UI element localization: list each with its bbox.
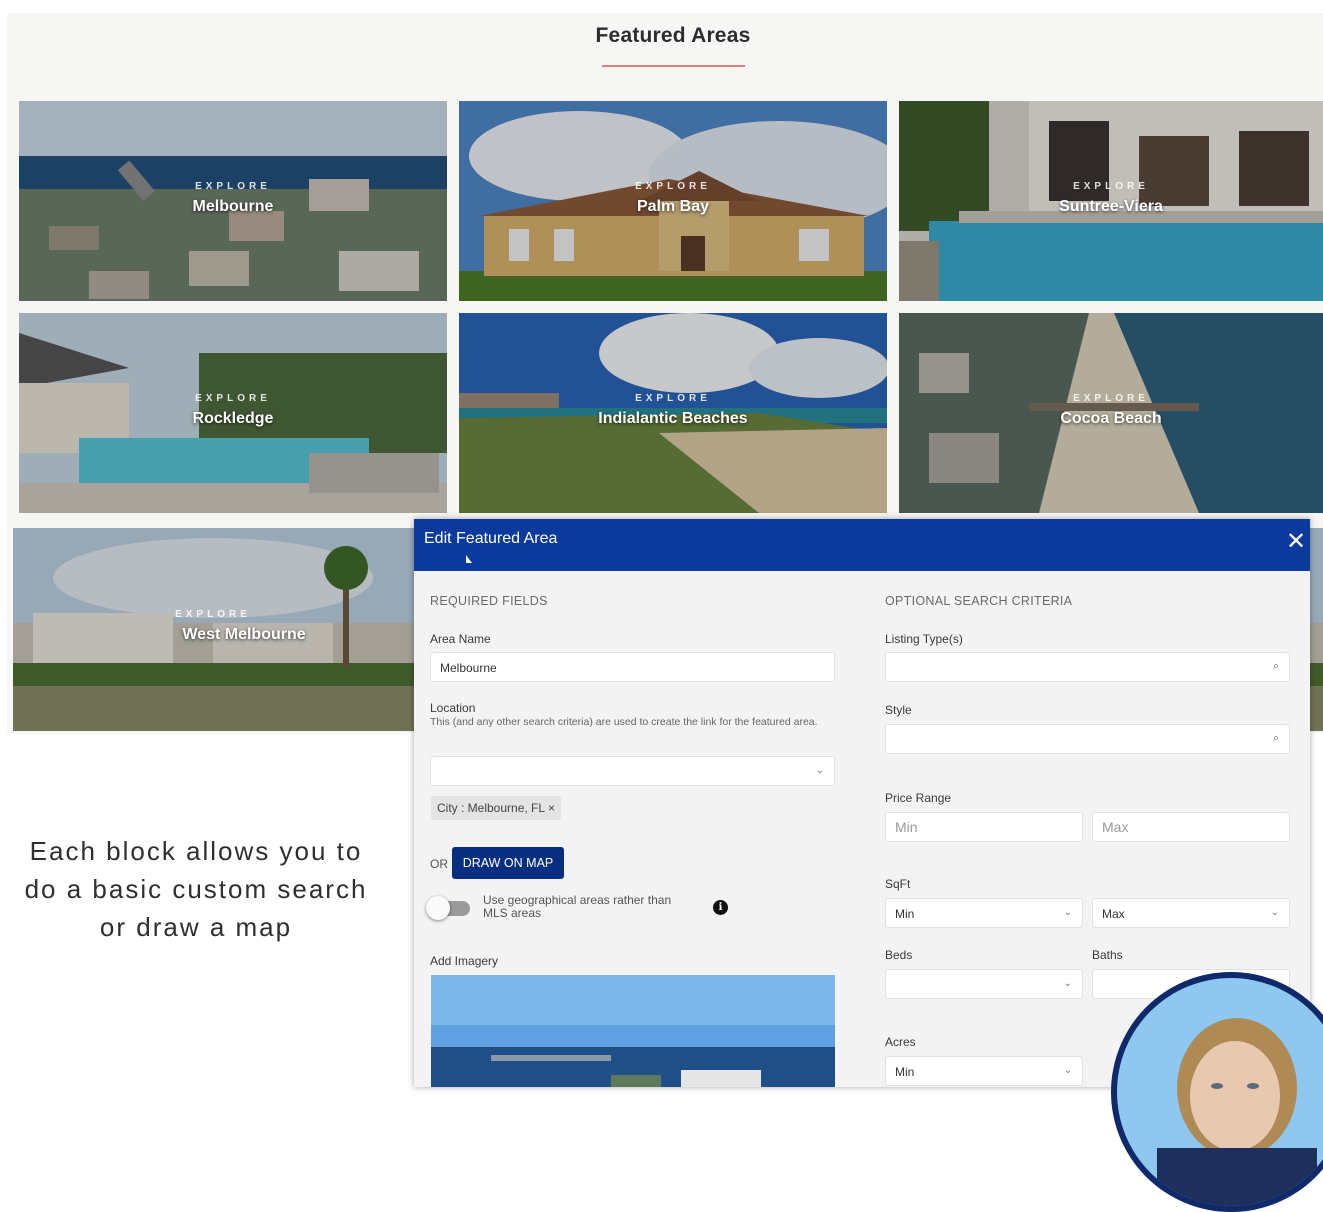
acres-min-select[interactable]: Min ⌄	[885, 1056, 1083, 1086]
area-name: Indialantic Beaches	[598, 410, 748, 427]
area-name-label: Area Name	[430, 632, 491, 646]
chevron-down-icon: ⌄	[1063, 978, 1072, 989]
price-min-input[interactable]: Min	[885, 812, 1083, 842]
modal-title: Edit Featured Area	[424, 530, 558, 547]
area-card-rockledge[interactable]: EXPLORE Rockledge	[19, 313, 447, 513]
explore-label: EXPLORE	[195, 181, 271, 192]
baths-label: Baths	[1092, 948, 1123, 962]
beds-select[interactable]: ⌄	[885, 969, 1083, 999]
beds-label: Beds	[885, 948, 913, 962]
location-label: Location	[430, 701, 476, 715]
area-name: Suntree-Viera	[1059, 198, 1163, 215]
explore-label: EXPLORE	[195, 393, 271, 404]
sqft-min-value: Min	[895, 907, 915, 921]
chevron-down-icon: ⌄	[1270, 907, 1279, 918]
explore-label: EXPLORE	[635, 181, 711, 192]
price-range-label: Price Range	[885, 791, 952, 805]
price-max-placeholder: Max	[1102, 819, 1129, 835]
listing-type-input[interactable]: ⌕	[885, 652, 1290, 682]
area-name: West Melbourne	[182, 626, 306, 643]
section-title: Featured Areas	[595, 24, 751, 47]
person-photo	[1157, 1018, 1317, 1206]
draw-on-map-button[interactable]: DRAW ON MAP	[452, 847, 564, 879]
add-imagery-label: Add Imagery	[430, 954, 499, 968]
explore-label: EXPLORE	[175, 609, 251, 620]
sqft-max-value: Max	[1102, 907, 1125, 921]
explore-label: EXPLORE	[635, 393, 711, 404]
area-name-input[interactable]: Melbourne	[430, 652, 835, 682]
sqft-min-select[interactable]: Min ⌄	[885, 898, 1083, 928]
explore-label: EXPLORE	[1073, 393, 1149, 404]
imagery-preview[interactable]	[431, 975, 835, 1087]
search-icon: ⌕	[1272, 660, 1279, 672]
area-name: Palm Bay	[636, 198, 710, 215]
area-name: Cocoa Beach	[1060, 410, 1162, 427]
geo-areas-toggle-label: Use geographical areas rather than MLS a…	[483, 893, 672, 920]
area-card-indialantic-beaches[interactable]: EXPLORE Indialantic Beaches	[459, 313, 887, 513]
title-underline	[602, 65, 745, 67]
search-icon: ⌕	[1272, 732, 1279, 744]
listing-type-label: Listing Type(s)	[885, 632, 963, 646]
area-name: Rockledge	[192, 410, 274, 427]
optional-criteria-heading: OPTIONAL SEARCH CRITERIA	[885, 594, 1073, 608]
area-card-suntree-viera[interactable]: EXPLORE Suntree-Viera	[899, 101, 1323, 301]
area-name: Melbourne	[192, 198, 274, 215]
area-card-palm-bay[interactable]: EXPLORE Palm Bay	[459, 101, 887, 301]
chevron-down-icon: ⌄	[1063, 1065, 1072, 1076]
price-min-placeholder: Min	[895, 819, 918, 835]
sqft-label: SqFt	[885, 877, 911, 891]
info-icon[interactable]: i	[713, 900, 728, 915]
location-help-text: This (and any other search criteria) are…	[430, 716, 818, 728]
location-select[interactable]: ⌄	[430, 756, 835, 786]
area-card-melbourne[interactable]: EXPLORE Melbourne	[19, 101, 447, 301]
imagery-photo	[431, 975, 835, 1087]
location-chip[interactable]: City : Melbourne, FL ×	[431, 796, 561, 820]
chip-label: City : Melbourne, FL	[437, 801, 545, 815]
geo-areas-toggle[interactable]	[426, 896, 474, 920]
price-max-input[interactable]: Max	[1092, 812, 1290, 842]
acres-min-value: Min	[895, 1065, 915, 1079]
sqft-max-select[interactable]: Max ⌄	[1092, 898, 1290, 928]
chevron-down-icon: ⌄	[1063, 907, 1072, 918]
chevron-down-icon: ⌄	[815, 765, 824, 776]
modal-header: Edit Featured Area ✕	[414, 519, 1310, 571]
area-card-cocoa-beach[interactable]: EXPLORE Cocoa Beach	[899, 313, 1323, 513]
style-label: Style	[885, 703, 912, 717]
or-label: OR	[430, 857, 448, 871]
style-input[interactable]: ⌕	[885, 724, 1290, 754]
chip-remove-icon[interactable]: ×	[548, 801, 555, 815]
instruction-caption: Each block allows you to do a basic cust…	[24, 836, 368, 942]
area-name-value: Melbourne	[440, 661, 497, 675]
close-icon[interactable]: ✕	[1286, 527, 1306, 556]
acres-label: Acres	[885, 1035, 916, 1049]
required-fields-heading: REQUIRED FIELDS	[430, 594, 548, 608]
mouse-cursor-icon	[466, 555, 472, 563]
explore-label: EXPLORE	[1073, 181, 1149, 192]
